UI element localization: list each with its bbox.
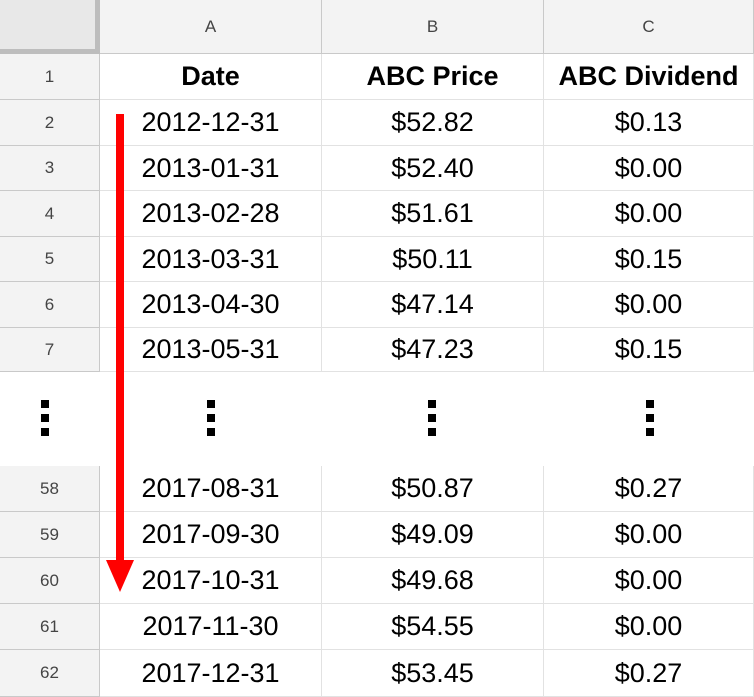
cell-price[interactable]: $52.82 [322, 100, 544, 146]
table-row: 1 Date ABC Price ABC Dividend [0, 54, 754, 100]
cell-header-dividend[interactable]: ABC Dividend [544, 54, 754, 100]
cell-price[interactable]: $50.11 [322, 237, 544, 282]
cell-header-price[interactable]: ABC Price [322, 54, 544, 100]
cell-date[interactable]: 2013-04-30 [100, 282, 322, 328]
vertical-ellipsis-icon [40, 400, 50, 440]
table-row: 3 2013-01-31 $52.40 $0.00 [0, 146, 754, 191]
cell-date[interactable]: 2017-09-30 [100, 512, 322, 558]
column-header-b[interactable]: B [322, 0, 544, 54]
row-number[interactable]: 6 [0, 282, 100, 328]
cell-dividend[interactable]: $0.00 [544, 282, 754, 328]
cell-dividend[interactable]: $0.13 [544, 100, 754, 146]
table-row: 62 2017-12-31 $53.45 $0.27 [0, 650, 754, 697]
row-number[interactable]: 59 [0, 512, 100, 558]
cell-date[interactable]: 2013-03-31 [100, 237, 322, 282]
cell-date[interactable]: 2017-08-31 [100, 466, 322, 512]
cell-price[interactable]: $50.87 [322, 466, 544, 512]
cell-date[interactable]: 2013-01-31 [100, 146, 322, 191]
cell-price[interactable]: $47.14 [322, 282, 544, 328]
row-number[interactable]: 7 [0, 328, 100, 372]
cell-dividend[interactable]: $0.00 [544, 146, 754, 191]
table-row: 2 2012-12-31 $52.82 $0.13 [0, 100, 754, 146]
cell-date[interactable]: 2013-05-31 [100, 328, 322, 372]
vertical-ellipsis-icon [645, 400, 655, 440]
table-row: 5 2013-03-31 $50.11 $0.15 [0, 237, 754, 282]
table-row: 4 2013-02-28 $51.61 $0.00 [0, 191, 754, 237]
cell-dividend[interactable]: $0.15 [544, 328, 754, 372]
cell-price[interactable]: $53.45 [322, 650, 544, 697]
row-number[interactable]: 61 [0, 604, 100, 650]
spreadsheet: A B C 1 Date ABC Price ABC Dividend 2 20… [0, 0, 754, 697]
cell-dividend[interactable]: $0.00 [544, 604, 754, 650]
vertical-ellipsis-icon [427, 400, 437, 440]
omitted-rows-gap [0, 372, 754, 462]
table-row: 61 2017-11-30 $54.55 $0.00 [0, 604, 754, 650]
cell-date[interactable]: 2012-12-31 [100, 100, 322, 146]
cell-date[interactable]: 2013-02-28 [100, 191, 322, 237]
vertical-ellipsis-icon [206, 400, 216, 440]
cell-dividend[interactable]: $0.00 [544, 191, 754, 237]
table-row: 59 2017-09-30 $49.09 $0.00 [0, 512, 754, 558]
column-header-a[interactable]: A [100, 0, 322, 54]
row-number[interactable]: 5 [0, 237, 100, 282]
row-number[interactable]: 60 [0, 558, 100, 604]
row-number[interactable]: 4 [0, 191, 100, 237]
cell-price[interactable]: $52.40 [322, 146, 544, 191]
cell-price[interactable]: $49.09 [322, 512, 544, 558]
row-number[interactable]: 62 [0, 650, 100, 697]
cell-date[interactable]: 2017-11-30 [100, 604, 322, 650]
row-number[interactable]: 2 [0, 100, 100, 146]
cell-price[interactable]: $51.61 [322, 191, 544, 237]
cell-dividend[interactable]: $0.27 [544, 466, 754, 512]
cell-price[interactable]: $47.23 [322, 328, 544, 372]
column-header-row: A B C [0, 0, 754, 54]
red-arrow-head-icon [106, 560, 134, 592]
cell-price[interactable]: $49.68 [322, 558, 544, 604]
table-row: 58 2017-08-31 $50.87 $0.27 [0, 466, 754, 512]
cell-dividend[interactable]: $0.00 [544, 558, 754, 604]
cell-price[interactable]: $54.55 [322, 604, 544, 650]
cell-dividend[interactable]: $0.00 [544, 512, 754, 558]
red-arrow-shaft [116, 114, 124, 564]
column-header-c[interactable]: C [544, 0, 754, 54]
table-row: 6 2013-04-30 $47.14 $0.00 [0, 282, 754, 328]
row-number[interactable]: 1 [0, 54, 100, 100]
row-number[interactable]: 58 [0, 466, 100, 512]
cell-date[interactable]: 2017-12-31 [100, 650, 322, 697]
cell-dividend[interactable]: $0.27 [544, 650, 754, 697]
table-row: 7 2013-05-31 $47.23 $0.15 [0, 328, 754, 372]
cell-header-date[interactable]: Date [100, 54, 322, 100]
select-all-corner[interactable] [0, 0, 100, 54]
cell-dividend[interactable]: $0.15 [544, 237, 754, 282]
row-number[interactable]: 3 [0, 146, 100, 191]
